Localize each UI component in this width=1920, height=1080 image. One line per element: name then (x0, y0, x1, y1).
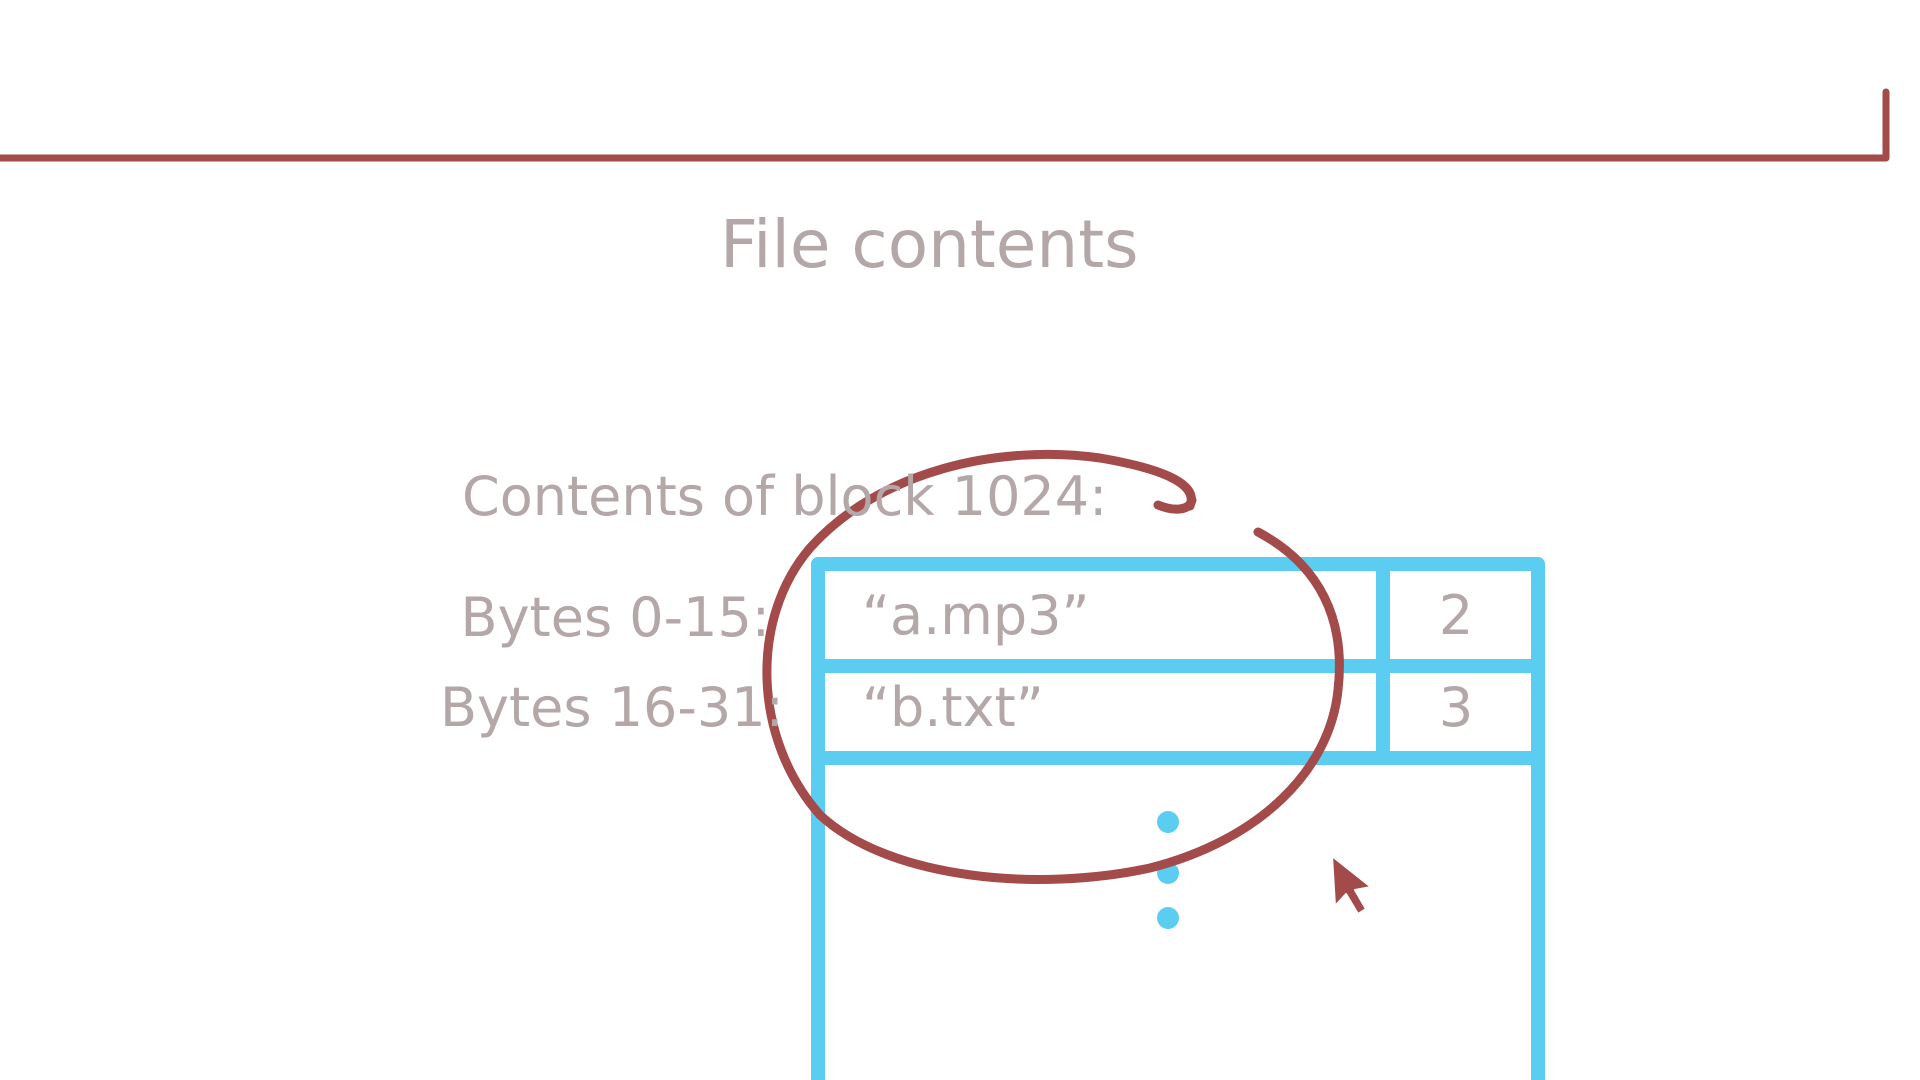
diagram-graphics (0, 88, 1890, 1080)
inode-number-cell: 2 (1438, 584, 1474, 647)
annotation-circle-tail (1153, 495, 1197, 514)
header-divider-line (0, 88, 1890, 162)
diagram-canvas: File contents Contents of block 1024: By… (0, 0, 1920, 1080)
filename-cell: “a.mp3” (862, 584, 1090, 647)
row-byte-range-label: Bytes 16-31: (440, 676, 784, 739)
filename-cell: “b.txt” (862, 676, 1044, 739)
page-title: File contents (720, 206, 1139, 283)
block-label: Contents of block 1024: (462, 465, 1108, 528)
ellipsis-dots-icon (1157, 811, 1179, 929)
cursor-arrow-icon (1331, 855, 1372, 915)
inode-number-cell: 3 (1438, 676, 1474, 739)
row-byte-range-label: Bytes 0-15: (460, 586, 770, 649)
